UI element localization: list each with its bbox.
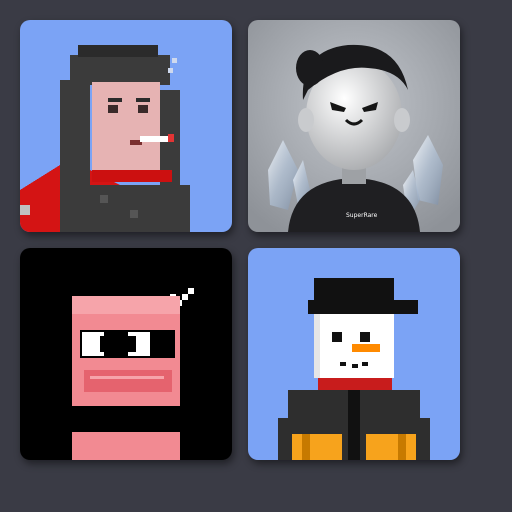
3d-character-crystals-icon: SuperRare [248,20,460,232]
avatar-tile-1[interactable] [20,20,232,232]
avatar-tile-2[interactable]: SuperRare [248,20,460,232]
hoodie-text: SuperRare [346,212,378,219]
pixel-pink-ninja-icon [20,248,232,460]
pixel-punk-cigarette-icon [20,20,232,232]
pixel-snowman-beanie-icon [248,248,460,460]
avatar-tile-3[interactable] [20,248,232,460]
avatar-tile-4[interactable] [248,248,460,460]
